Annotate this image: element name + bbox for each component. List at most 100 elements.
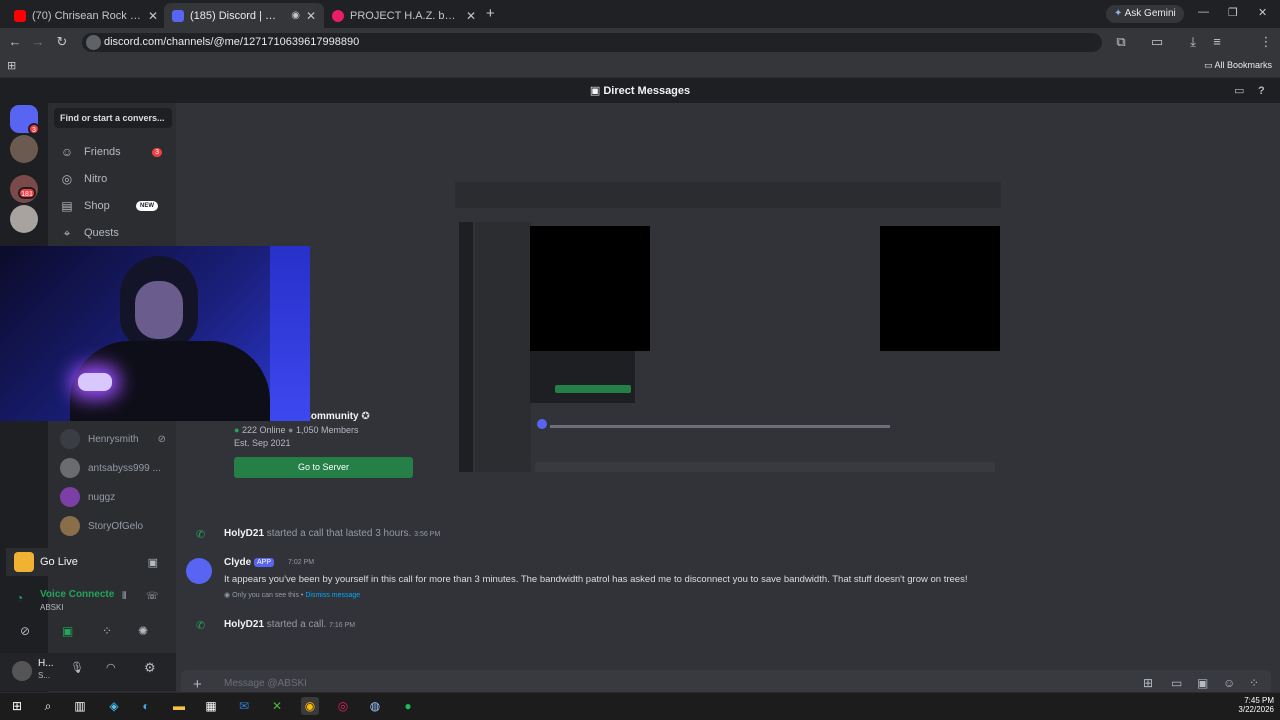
task-view-icon[interactable]: ▥ <box>71 697 89 715</box>
file-explorer-icon[interactable]: ▬ <box>170 697 188 715</box>
disconnect-icon[interactable]: ☏ <box>146 591 159 602</box>
tab-bandlab[interactable]: PROJECT H.A.Z. by Holy | Bandi ✕ <box>324 3 484 28</box>
message-author[interactable]: HolyD21 <box>224 619 264 630</box>
message-input[interactable]: Message @ABSKI <box>224 678 307 689</box>
clyde-avatar[interactable] <box>186 558 212 584</box>
webcam-overlay <box>0 246 310 421</box>
spotify-icon[interactable]: ● <box>399 697 417 715</box>
close-tab-icon[interactable]: ✕ <box>306 9 316 23</box>
tab-title: (185) Discord | @ABSKI <box>190 9 285 22</box>
headset-icon[interactable]: ◠ <box>106 661 116 674</box>
go-to-server-button[interactable]: Go to Server <box>234 457 413 478</box>
nav-label: Friends <box>84 146 121 158</box>
message-text: started a call. <box>266 619 327 630</box>
bookmarks-bar: ⊞ ▭ All Bookmarks <box>0 56 1280 78</box>
forward-icon[interactable]: → <box>28 28 48 56</box>
dm-nuggz[interactable]: nuggz <box>54 484 172 510</box>
nav-label: Nitro <box>84 173 108 185</box>
all-bookmarks-button[interactable]: ▭ All Bookmarks <box>1204 60 1272 71</box>
xbox-icon[interactable]: ✕ <box>268 697 286 715</box>
gif-icon[interactable]: ▭ <box>1171 676 1182 690</box>
reading-list-icon[interactable]: ≡ <box>1207 28 1227 56</box>
inbox-icon[interactable]: ▭ <box>1234 79 1244 103</box>
chrome-icon[interactable]: ◉ <box>301 697 319 715</box>
youtube-favicon-icon <box>14 9 26 22</box>
close-window-icon[interactable]: ✕ <box>1258 6 1267 19</box>
help-icon[interactable]: ? <box>1258 79 1265 103</box>
sticker-icon[interactable]: ▣ <box>1197 676 1208 690</box>
nav-label: Shop <box>84 200 110 212</box>
menu-icon[interactable]: ⋮ <box>1256 28 1276 56</box>
settings-gear-icon[interactable]: ⚙ <box>144 660 156 676</box>
nested-server-list <box>459 222 473 472</box>
nav-friends[interactable]: ☺ Friends 3 <box>54 141 172 163</box>
back-icon[interactable]: ← <box>5 28 25 56</box>
new-tab-button[interactable]: + <box>486 5 495 22</box>
screen-share-icon[interactable]: ▣ <box>148 556 158 569</box>
tab-discord[interactable]: (185) Discord | @ABSKI ◉ ✕ <box>164 3 324 28</box>
server-icon[interactable] <box>10 205 38 233</box>
message-author[interactable]: Clyde <box>224 557 251 568</box>
user-avatar[interactable] <box>12 661 32 681</box>
restore-window-icon[interactable]: ❐ <box>1228 6 1238 19</box>
activities-icon[interactable]: ⁘ <box>102 624 112 638</box>
gift-icon[interactable]: ⊞ <box>1143 676 1153 690</box>
ephemeral-note-text: Only you can see this • <box>232 592 304 599</box>
site-info-icon[interactable] <box>86 35 101 50</box>
extensions-icon[interactable]: ⧉ <box>1111 28 1131 56</box>
cast-icon[interactable]: ▭ <box>1147 28 1167 56</box>
dm-icon: ▣ <box>589 85 604 97</box>
nav-nitro[interactable]: ◎ Nitro <box>54 168 172 190</box>
clock-time: 7:45 PM <box>1244 696 1274 705</box>
app-icon[interactable]: ◎ <box>334 697 352 715</box>
start-windows-icon[interactable]: ⊞ <box>8 697 26 715</box>
dm-antsabyss[interactable]: antsabyss999 ... <box>54 455 172 481</box>
gemini-sparkle-icon: ✦ <box>1114 8 1125 19</box>
call-message: ✆ HolyD21 started a call. 7:16 PM <box>176 617 1280 633</box>
outlook-icon[interactable]: ✉ <box>235 697 253 715</box>
quests-icon: ⌖ <box>63 225 71 240</box>
store-icon[interactable]: ▦ <box>202 697 220 715</box>
apps-grid-icon[interactable]: ⊞ <box>7 59 16 72</box>
video-off-icon[interactable]: ⊘ <box>20 624 30 638</box>
new-tag: NEW <box>136 201 158 211</box>
ask-gemini-button[interactable]: ✦ Ask Gemini <box>1106 5 1184 23</box>
attach-plus-icon[interactable]: + <box>193 676 202 693</box>
soundboard-icon[interactable]: ✺ <box>138 624 148 638</box>
close-tab-icon[interactable]: ✕ <box>466 9 476 23</box>
dm-storyofgelo[interactable]: StoryOfGelo <box>54 513 172 539</box>
dm-henrysmith[interactable]: Henrysmith ⊘ <box>54 426 172 452</box>
go-live-bar[interactable]: Go Live ▣ <box>6 548 166 576</box>
reload-icon[interactable]: ↻ <box>52 28 72 56</box>
rgb-light <box>78 373 112 391</box>
message-author[interactable]: HolyD21 <box>224 528 264 539</box>
minimize-window-icon[interactable]: — <box>1198 6 1209 18</box>
emoji-icon[interactable]: ☺ <box>1223 676 1235 690</box>
search-icon[interactable]: ⌕ <box>39 697 57 715</box>
copilot-icon[interactable]: ◈ <box>105 697 123 715</box>
nitro-icon: ◎ <box>61 172 73 186</box>
address-bar[interactable]: discord.com/channels/@me/127171063961799… <box>82 33 1102 52</box>
find-conversation-search[interactable]: Find or start a convers... <box>54 108 172 128</box>
server-icon[interactable] <box>10 135 38 163</box>
nav-shop[interactable]: ▤ Shop NEW <box>54 195 172 217</box>
ask-gemini-label: Ask Gemini <box>1124 8 1176 19</box>
nested-inner-discord <box>650 226 880 351</box>
microphone-icon[interactable]: 🎙︎ <box>70 661 84 674</box>
share-screen-icon[interactable]: ▣ <box>62 624 73 638</box>
tab-youtube[interactable]: (70) Chrisean Rock is trying to g ✕ <box>6 3 166 28</box>
member-count: 1,050 Members <box>295 425 359 435</box>
noise-suppression-icon[interactable]: ⦀ <box>122 591 126 602</box>
clock[interactable]: 7:45 PM 3/22/2026 <box>1232 696 1274 714</box>
nav-quests[interactable]: ⌖ Quests <box>54 222 172 244</box>
voice-status-panel: ◔ Voice Connecte ABSKI ⦀ ☏ <box>6 587 166 615</box>
downloads-icon[interactable]: ⤓ <box>1183 28 1203 56</box>
edge-icon[interactable]: ◐ <box>137 697 155 715</box>
steam-icon[interactable]: ◍ <box>366 697 384 715</box>
mute-tab-icon[interactable]: ◉ <box>291 10 300 21</box>
apps-icon[interactable]: ⁘ <box>1249 676 1259 690</box>
close-tab-icon[interactable]: ✕ <box>148 9 158 23</box>
screen-share-stream <box>455 182 1001 476</box>
go-live-label: Go Live <box>40 556 78 568</box>
dismiss-message-link[interactable]: Dismiss message <box>305 592 360 599</box>
